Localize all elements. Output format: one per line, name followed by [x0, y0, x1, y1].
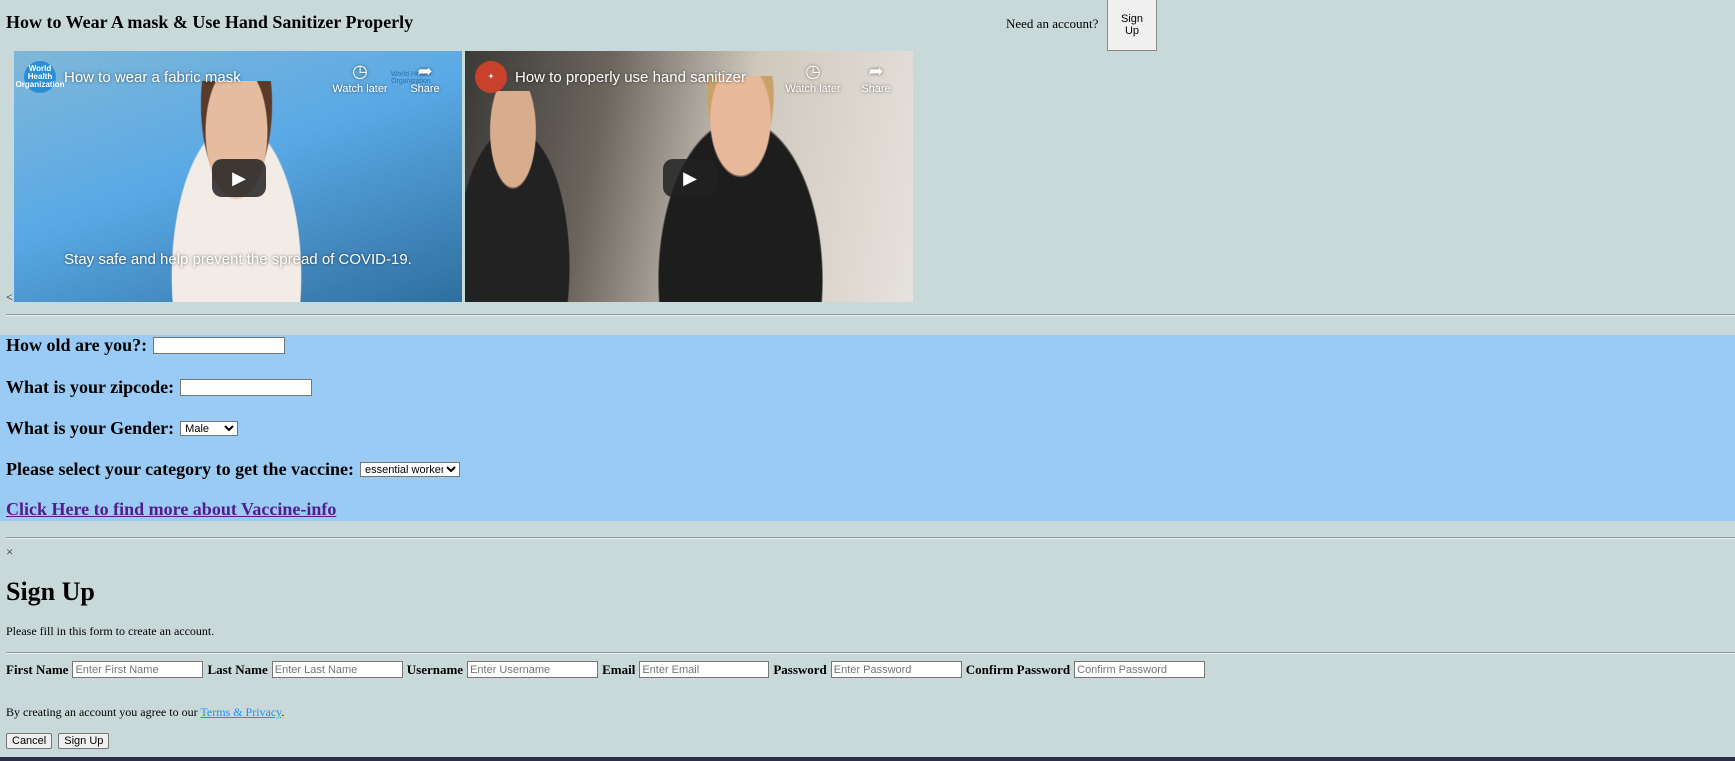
video-title[interactable]: How to wear a fabric mask	[64, 69, 241, 86]
taskbar-strip	[0, 757, 1735, 761]
share-label: Share	[410, 83, 440, 95]
gender-row: What is your Gender: Male	[6, 418, 239, 439]
video-player-fabric-mask[interactable]: World Health Organization How to wear a …	[14, 51, 462, 302]
age-row: How old are you?:	[6, 335, 286, 356]
video-title[interactable]: How to properly use hand sanitizer	[515, 69, 746, 86]
signup-fields-row: First Name Last Name Username Email Pass…	[6, 661, 1206, 678]
username-label: Username	[406, 661, 464, 677]
email-field[interactable]	[639, 661, 770, 678]
vaccine-info-link[interactable]: Click Here to find more about Vaccine-in…	[6, 499, 336, 520]
share-icon: ➦	[868, 61, 884, 81]
confirm-password-label: Confirm Password	[965, 661, 1071, 677]
signup-heading: Sign Up	[6, 577, 95, 606]
terms-prefix: By creating an account you agree to our	[6, 705, 201, 719]
category-select[interactable]: essential worker	[360, 462, 461, 477]
vaccine-form-panel: How old are you?: What is your zipcode: …	[0, 335, 1735, 521]
share-label: Share	[861, 83, 891, 95]
first-name-label: First Name	[6, 661, 69, 677]
divider	[6, 652, 1735, 654]
uh-logo-icon[interactable]: ✦	[475, 61, 507, 93]
video-caption: Stay safe and help prevent the spread of…	[64, 251, 412, 268]
close-icon[interactable]: ×	[6, 544, 13, 560]
terms-link[interactable]: Terms & Privacy	[200, 705, 281, 719]
gender-select[interactable]: Male	[180, 421, 239, 436]
signup-subtitle: Please fill in this form to create an ac…	[6, 624, 215, 638]
divider	[6, 537, 1735, 539]
clock-icon: ◷	[352, 61, 368, 81]
share-button[interactable]: ➦ Share	[846, 61, 906, 95]
share-icon: ➦	[417, 61, 433, 81]
submit-signup-button[interactable]: Sign Up	[58, 733, 110, 749]
watch-later-button[interactable]: ◷ Watch later	[330, 61, 390, 95]
video-player-hand-sanitizer[interactable]: ✦ How to properly use hand sanitizer ◷ W…	[465, 51, 913, 302]
age-label: How old are you?:	[6, 335, 148, 355]
zipcode-row: What is your zipcode:	[6, 377, 313, 398]
last-name-label: Last Name	[207, 661, 268, 677]
page-title: How to Wear A mask & Use Hand Sanitizer …	[6, 12, 414, 32]
first-name-field[interactable]	[72, 661, 204, 678]
last-name-field[interactable]	[271, 661, 403, 678]
watch-later-label: Watch later	[785, 83, 841, 95]
open-signup-button[interactable]: Sign Up	[1107, 0, 1157, 51]
stray-text: <	[6, 290, 13, 304]
share-button[interactable]: ➦ Share	[395, 61, 455, 95]
signup-buttons: Cancel Sign Up	[6, 733, 110, 749]
cancel-button[interactable]: Cancel	[6, 733, 53, 749]
zipcode-label: What is your zipcode:	[6, 377, 175, 397]
video-thumbnail-person	[465, 91, 585, 302]
watch-later-button[interactable]: ◷ Watch later	[783, 61, 843, 95]
confirm-password-field[interactable]	[1074, 661, 1206, 678]
category-label: Please select your category to get the v…	[6, 459, 355, 479]
terms-suffix: .	[281, 705, 285, 719]
gender-label: What is your Gender:	[6, 418, 175, 438]
category-row: Please select your category to get the v…	[6, 459, 461, 480]
terms-text: By creating an account you agree to our …	[6, 705, 284, 720]
username-field[interactable]	[467, 661, 599, 678]
age-input[interactable]	[153, 337, 286, 354]
email-label: Email	[602, 661, 636, 677]
need-account-text: Need an account?	[1006, 16, 1099, 31]
play-button-icon[interactable]: ▶	[663, 159, 717, 197]
password-label: Password	[773, 661, 827, 677]
who-logo-icon[interactable]: World Health Organization	[16, 61, 64, 93]
password-field[interactable]	[830, 661, 962, 678]
zipcode-input[interactable]	[180, 379, 313, 396]
watch-later-label: Watch later	[332, 83, 388, 95]
clock-icon: ◷	[805, 61, 821, 81]
play-button-icon[interactable]: ▶	[212, 159, 266, 197]
divider	[6, 314, 1735, 316]
